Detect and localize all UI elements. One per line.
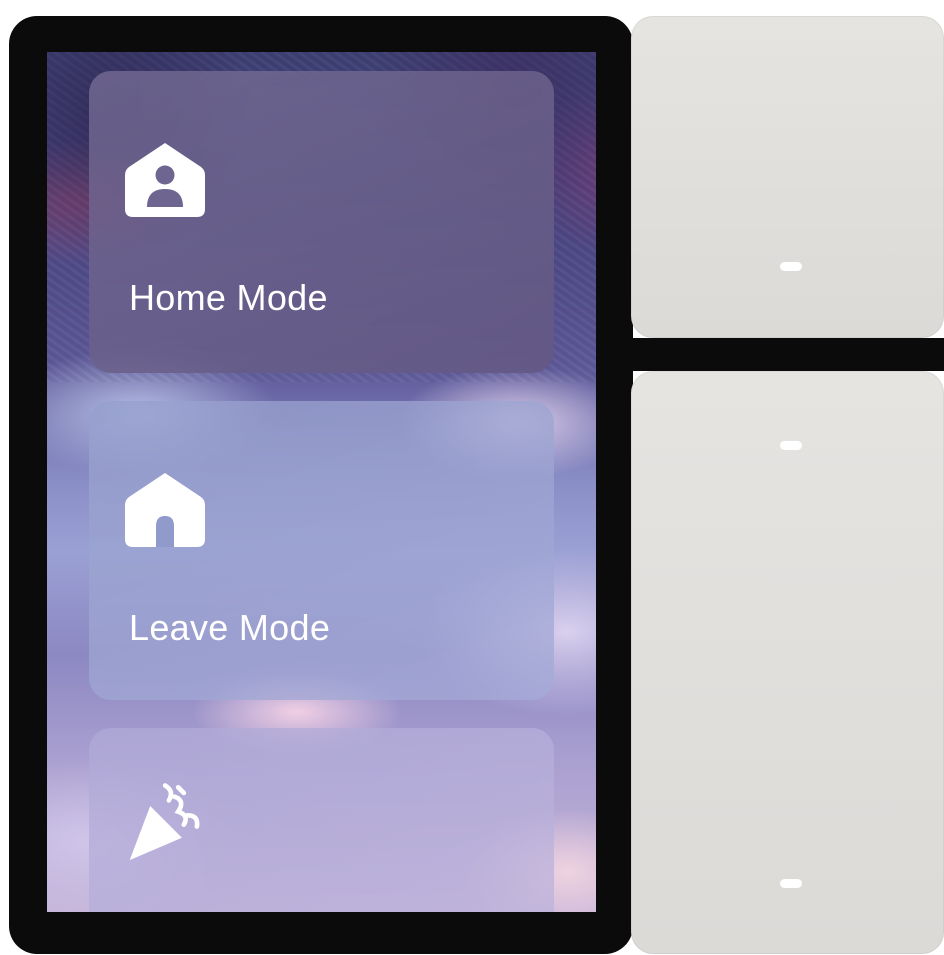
bottom-switch-upper-indicator <box>780 441 802 450</box>
top-rocker-switch[interactable] <box>631 16 944 338</box>
home-mode-label: Home Mode <box>129 277 328 318</box>
bottom-switch-lower-indicator <box>780 879 802 888</box>
touch-screen: Home Mode Leave Mode <box>47 52 596 912</box>
bottom-rocker-switch[interactable] <box>631 371 944 954</box>
home-person-icon <box>125 143 205 217</box>
party-popper-icon <box>129 783 200 861</box>
smart-panel-device: Home Mode Leave Mode <box>0 0 944 955</box>
top-switch-indicator <box>780 262 802 271</box>
home-mode-tile[interactable]: Home Mode <box>89 71 554 373</box>
party-mode-tile[interactable] <box>89 728 554 912</box>
home-door-icon <box>125 473 205 547</box>
switch-divider <box>624 338 944 371</box>
leave-mode-tile[interactable]: Leave Mode <box>89 401 554 700</box>
leave-mode-label: Leave Mode <box>129 607 331 648</box>
